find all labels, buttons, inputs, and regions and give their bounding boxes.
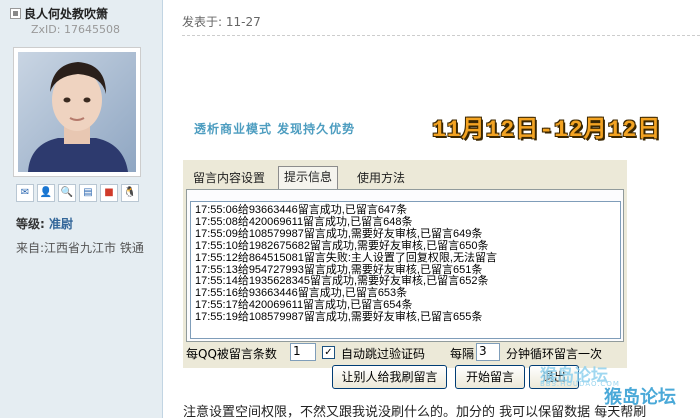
level-value[interactable]: 准尉 — [49, 217, 73, 231]
post-time: 发表于: 11-27 — [182, 15, 261, 29]
apps-icon[interactable]: ■ — [100, 184, 118, 202]
per-qq-count-input[interactable]: 1 — [290, 343, 316, 361]
profile-card-icon[interactable]: ▤ — [79, 184, 97, 202]
tab-message-content-settings[interactable]: 留言内容设置 — [188, 168, 270, 188]
interval-unit-label: 分钟循环留言一次 — [506, 347, 603, 361]
add-friend-icon[interactable]: 👤 — [37, 184, 55, 202]
watermark: 猴岛论坛 — [604, 387, 676, 408]
settings-row: 每QQ被留言条数 1 ✓ 自动跳过验证码 每隔 3 分钟循环留言一次 — [183, 343, 627, 363]
author-action-icons: ✉ 👤 🔍 ▤ ■ 🐧 — [16, 184, 139, 204]
log-line: 17:55:19给108579987留言成功,需要好友审核,已留言655条 — [195, 311, 483, 324]
tab-usage[interactable]: 使用方法 — [352, 168, 410, 188]
author-zxid: ZxID: 17645508 — [31, 23, 120, 36]
author-username[interactable]: 良人何处教吹箫 — [24, 5, 108, 22]
start-messaging-button[interactable]: 开始留言 — [455, 365, 525, 389]
post-banner-image: 透析商业模式 发现持久优势 11月12日-12月12日 — [182, 48, 700, 160]
log-line: 17:55:09给108579987留言成功,需要好友审核,已留言649条 — [195, 227, 483, 240]
banner-slogan: 透析商业模式 发现持久优势 — [194, 122, 356, 136]
per-qq-count-label: 每QQ被留言条数 — [186, 347, 277, 361]
tab-panel: 17:55:06给93663446留言成功,已留言647条 17:55:08给4… — [186, 189, 624, 342]
author-level: 等级: 准尉 — [16, 215, 73, 232]
post-divider — [182, 35, 700, 36]
post-body-text: 注意设置空间权限，不然又跟我说没刷什么的。加分的 我可以保留数据 每天帮刷 — [183, 405, 647, 420]
author-location: 来自:江西省九江市 铁通 — [16, 241, 144, 255]
author-avatar[interactable] — [13, 47, 141, 177]
tab-notifications[interactable]: 提示信息 — [278, 166, 339, 190]
auto-skip-captcha-checkbox[interactable]: ✓ — [322, 346, 335, 359]
let-others-message-me-button[interactable]: 让别人给我刷留言 — [332, 365, 447, 389]
message-icon[interactable]: ✉ — [16, 184, 34, 202]
level-label: 等级: — [16, 217, 49, 231]
log-line: 17:55:10给1982675682留言成功,需要好友审核,已留言650条 — [195, 239, 489, 252]
log-textbox[interactable]: 17:55:06给93663446留言成功,已留言647条 17:55:08给4… — [190, 201, 621, 339]
qq-icon[interactable]: 🐧 — [121, 184, 139, 202]
author-sidebar: 良人何处教吹箫 ZxID: 17645508 ✉ 👤 🔍 ▤ ■ 🐧 等级: 准… — [0, 0, 163, 418]
search-posts-icon[interactable]: 🔍 — [58, 184, 76, 202]
log-line: 17:55:12给864515081留言失败:主人设置了回复权限,无法留言 — [195, 251, 497, 264]
qq-message-tool-window: 留言内容设置 提示信息 使用方法 17:55:06给93663446留言成功,已… — [183, 160, 627, 389]
interval-label: 每隔 — [450, 347, 475, 361]
banner-date: 11月12日-12月12日 — [432, 117, 662, 143]
auto-skip-captcha-label[interactable]: 自动跳过验证码 — [341, 345, 425, 362]
user-offline-icon — [10, 8, 21, 19]
interval-input[interactable]: 3 — [476, 343, 500, 361]
avatar-photo — [18, 52, 136, 172]
